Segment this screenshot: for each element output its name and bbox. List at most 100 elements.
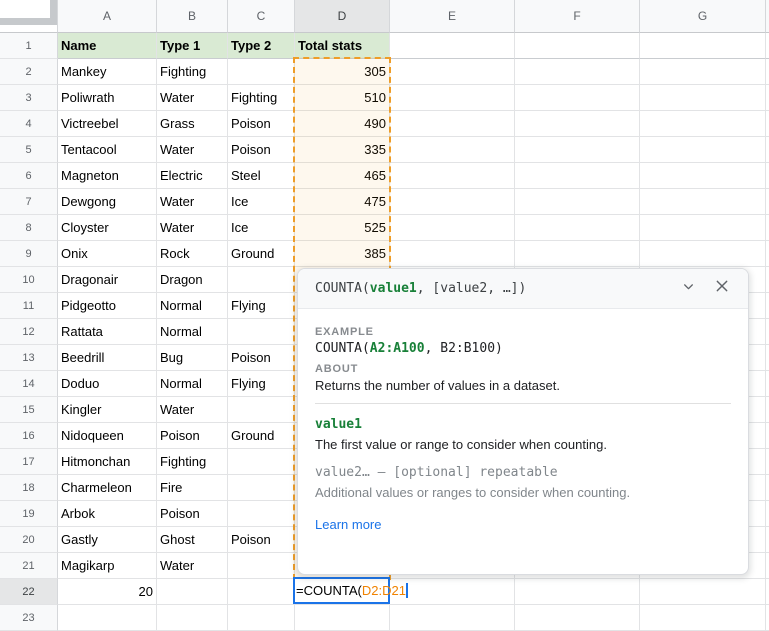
cell-C9[interactable]: Ground <box>228 241 295 267</box>
cell-A1[interactable]: Name <box>58 33 157 59</box>
freeze-column-handle[interactable] <box>50 0 57 25</box>
cell-F23[interactable] <box>515 605 640 631</box>
cell-B12[interactable]: Normal <box>157 319 228 345</box>
cell-E7[interactable] <box>390 189 515 215</box>
row-header-11[interactable]: 11 <box>0 293 58 319</box>
cell-G9[interactable] <box>640 241 766 267</box>
cell-D3[interactable]: 510 <box>295 85 390 111</box>
cell-A19[interactable]: Arbok <box>58 501 157 527</box>
select-all-corner[interactable] <box>0 0 58 33</box>
cell-G4[interactable] <box>640 111 766 137</box>
cell-C17[interactable] <box>228 449 295 475</box>
cell-B21[interactable]: Water <box>157 553 228 579</box>
column-header-D[interactable]: D <box>295 0 390 33</box>
cell-F1[interactable] <box>515 33 640 59</box>
cell-B18[interactable]: Fire <box>157 475 228 501</box>
cell-B3[interactable]: Water <box>157 85 228 111</box>
cell-B14[interactable]: Normal <box>157 371 228 397</box>
cell-B9[interactable]: Rock <box>157 241 228 267</box>
cell-F9[interactable] <box>515 241 640 267</box>
cell-F6[interactable] <box>515 163 640 189</box>
cell-B2[interactable]: Fighting <box>157 59 228 85</box>
row-header-22[interactable]: 22 <box>0 579 58 605</box>
cell-A12[interactable]: Rattata <box>58 319 157 345</box>
cell-C10[interactable] <box>228 267 295 293</box>
row-header-18[interactable]: 18 <box>0 475 58 501</box>
row-header-15[interactable]: 15 <box>0 397 58 423</box>
row-header-8[interactable]: 8 <box>0 215 58 241</box>
cell-C5[interactable]: Poison <box>228 137 295 163</box>
cell-B7[interactable]: Water <box>157 189 228 215</box>
cell-B20[interactable]: Ghost <box>157 527 228 553</box>
cell-G2[interactable] <box>640 59 766 85</box>
row-header-4[interactable]: 4 <box>0 111 58 137</box>
cell-F5[interactable] <box>515 137 640 163</box>
cell-G3[interactable] <box>640 85 766 111</box>
cell-D23[interactable] <box>295 605 390 631</box>
row-header-16[interactable]: 16 <box>0 423 58 449</box>
cell-C14[interactable]: Flying <box>228 371 295 397</box>
column-header-E[interactable]: E <box>390 0 515 33</box>
cell-F3[interactable] <box>515 85 640 111</box>
cell-A16[interactable]: Nidoqueen <box>58 423 157 449</box>
cell-F22[interactable] <box>515 579 640 605</box>
cell-D9[interactable]: 385 <box>295 241 390 267</box>
cell-A21[interactable]: Magikarp <box>58 553 157 579</box>
cell-B23[interactable] <box>157 605 228 631</box>
cell-B17[interactable]: Fighting <box>157 449 228 475</box>
cell-A8[interactable]: Cloyster <box>58 215 157 241</box>
column-header-A[interactable]: A <box>58 0 157 33</box>
cell-E8[interactable] <box>390 215 515 241</box>
cell-E1[interactable] <box>390 33 515 59</box>
row-header-21[interactable]: 21 <box>0 553 58 579</box>
cell-G7[interactable] <box>640 189 766 215</box>
cell-C6[interactable]: Steel <box>228 163 295 189</box>
cell-C4[interactable]: Poison <box>228 111 295 137</box>
cell-C18[interactable] <box>228 475 295 501</box>
cell-F2[interactable] <box>515 59 640 85</box>
cell-C21[interactable] <box>228 553 295 579</box>
cell-B22[interactable] <box>157 579 228 605</box>
cell-A23[interactable] <box>58 605 157 631</box>
cell-B6[interactable]: Electric <box>157 163 228 189</box>
cell-G1[interactable] <box>640 33 766 59</box>
cell-E6[interactable] <box>390 163 515 189</box>
cell-C23[interactable] <box>228 605 295 631</box>
cell-B1[interactable]: Type 1 <box>157 33 228 59</box>
cell-A7[interactable]: Dewgong <box>58 189 157 215</box>
cell-A5[interactable]: Tentacool <box>58 137 157 163</box>
cell-A17[interactable]: Hitmonchan <box>58 449 157 475</box>
cell-C1[interactable]: Type 2 <box>228 33 295 59</box>
cell-B11[interactable]: Normal <box>157 293 228 319</box>
cell-A14[interactable]: Doduo <box>58 371 157 397</box>
column-header-F[interactable]: F <box>515 0 640 33</box>
cell-D1[interactable]: Total stats <box>295 33 390 59</box>
cell-G23[interactable] <box>640 605 766 631</box>
cell-E3[interactable] <box>390 85 515 111</box>
cell-C7[interactable]: Ice <box>228 189 295 215</box>
cell-A15[interactable]: Kingler <box>58 397 157 423</box>
cell-C3[interactable]: Fighting <box>228 85 295 111</box>
cell-E2[interactable] <box>390 59 515 85</box>
cell-E22[interactable] <box>390 579 515 605</box>
cell-B8[interactable]: Water <box>157 215 228 241</box>
cell-F7[interactable] <box>515 189 640 215</box>
cell-E5[interactable] <box>390 137 515 163</box>
row-header-12[interactable]: 12 <box>0 319 58 345</box>
cell-G22[interactable] <box>640 579 766 605</box>
cell-A18[interactable]: Charmeleon <box>58 475 157 501</box>
cell-A6[interactable]: Magneton <box>58 163 157 189</box>
cell-D2[interactable]: 305 <box>295 59 390 85</box>
column-header-C[interactable]: C <box>228 0 295 33</box>
cell-A13[interactable]: Beedrill <box>58 345 157 371</box>
cell-E4[interactable] <box>390 111 515 137</box>
formula-editing-cell[interactable]: =COUNTA(D2:D21 <box>293 577 390 604</box>
cell-C20[interactable]: Poison <box>228 527 295 553</box>
cell-C22[interactable] <box>228 579 295 605</box>
cell-A9[interactable]: Onix <box>58 241 157 267</box>
cell-C13[interactable]: Poison <box>228 345 295 371</box>
cell-G8[interactable] <box>640 215 766 241</box>
row-header-6[interactable]: 6 <box>0 163 58 189</box>
row-header-1[interactable]: 1 <box>0 33 58 59</box>
cell-B5[interactable]: Water <box>157 137 228 163</box>
